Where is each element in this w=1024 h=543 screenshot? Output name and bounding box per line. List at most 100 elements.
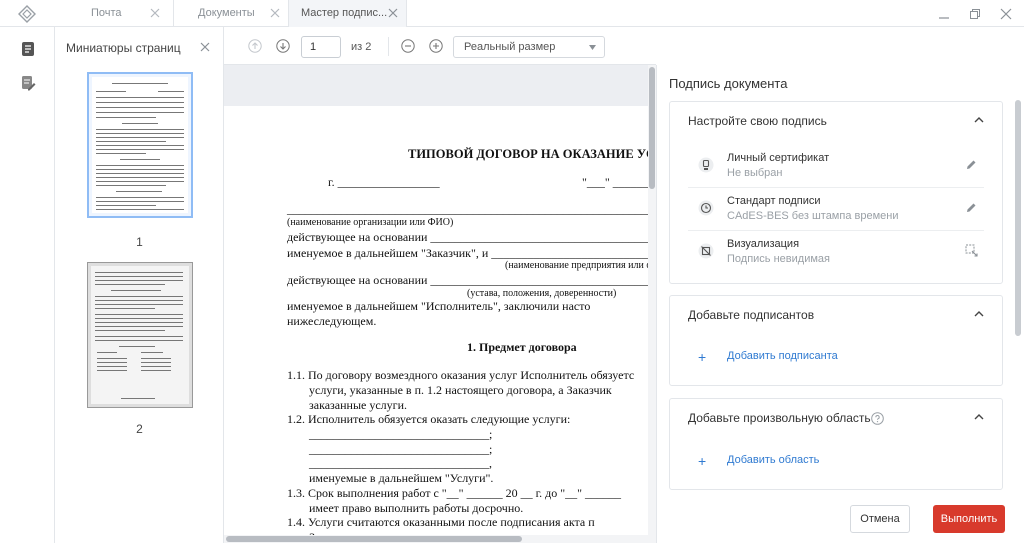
chevron-up-icon[interactable] [974,116,984,123]
chevron-down-icon [589,45,596,50]
thumbnail-text-line [96,209,184,210]
pages-panel-icon[interactable] [20,41,36,57]
thumbnail-text-line [96,117,156,118]
panel-scrollbar[interactable] [1015,100,1021,336]
document-view[interactable]: ТИПОВОЙ ДОГОВОР НА ОКАЗАНИЕ УС г. ______… [224,65,656,543]
option-value: CAdES-BES без штампа времени [727,210,899,222]
vertical-scrollbar[interactable] [648,65,656,543]
zoom-select[interactable]: Реальный размер [453,36,605,58]
thumbnail-text-line [95,296,183,297]
tab-signing-wizard-label: Мастер подпис... [301,7,388,19]
cancel-button[interactable]: Отмена [850,505,910,533]
document-line: имеет право выполнить работы досрочно. [309,501,524,515]
document-line: нижеследующем. [287,314,377,328]
edit-icon[interactable] [965,158,978,171]
scrollbar-thumb[interactable] [649,67,655,189]
thumbnail-text-line [96,201,184,202]
plus-icon: + [698,453,707,469]
close-icon[interactable] [270,8,280,18]
page-thumbnail-preview [91,266,189,404]
close-icon[interactable] [200,42,210,52]
thumbnail-text-line [96,129,184,130]
document-line: именуемое в дальнейшем "Заказчик", и ___… [287,246,656,260]
thumbnail-text-line [96,165,184,166]
thumbnail-text-line [95,304,183,305]
thumbnail-text-line [141,370,171,371]
plus-icon: + [698,349,707,365]
page-thumbnail-number: 1 [136,235,143,249]
submit-button[interactable]: Выполнить [933,505,1005,533]
signature-panel: Подпись документа Настройте свою подпись… [656,65,1024,543]
document-line: ______________________________; [309,427,493,441]
minimize-icon[interactable] [938,8,950,20]
signatures-panel-icon[interactable] [20,75,36,91]
left-rail [0,27,55,543]
thumbnail-text-line [97,366,127,367]
thumbnail-text-line [141,362,171,363]
close-window-icon[interactable] [1000,8,1012,20]
thumbnail-text-line [121,398,155,399]
document-line: действующее на основании _______________… [287,230,656,244]
thumbnail-text-line [96,97,184,98]
zoom-out-icon[interactable] [401,39,415,53]
card-title: Настройте свою подпись [688,114,827,128]
close-icon[interactable] [150,8,160,18]
horizontal-scrollbar[interactable] [224,535,648,543]
app-logo-icon[interactable] [18,5,36,23]
document-line: ______________________________; [309,442,493,456]
configure-signature-card: Настройте свою подпись Личный сертификат… [669,101,1003,284]
document-line: именуемое в дальнейшем "Исполнитель", за… [287,299,591,313]
zoom-in-icon[interactable] [429,39,443,53]
thumbnail-text-line [158,91,184,92]
thumbnail-text-line [95,318,183,319]
thumbnail-text-line [95,308,155,309]
visualization-edit-icon[interactable] [965,244,978,257]
thumbnail-text-line [96,185,166,186]
thumbnail-text-line [95,330,165,331]
thumbnail-text-line [95,322,183,323]
help-icon[interactable] [871,412,884,425]
tab-documents[interactable]: Документы [174,0,289,27]
certificate-icon [698,157,714,173]
thumbnail-text-line [141,366,171,367]
close-icon[interactable] [388,8,398,18]
thumbnail-text-line [96,177,184,178]
thumbnail-text-line [119,346,155,347]
thumbnail-text-line [95,272,183,273]
thumbnail-text-line [116,191,162,192]
thumbnail-text-line [95,314,183,315]
page-thumbnail-1[interactable] [87,72,193,218]
thumbnail-text-line [96,141,166,142]
page-thumbnail-2[interactable] [87,262,193,408]
option-value: Не выбран [727,167,783,179]
viewer-toolbar: из 2 Реальный размер [224,27,656,65]
document-line: 1.1. По договору возмездного оказания ус… [287,368,635,382]
document-line: заказанные услуги. [309,398,407,412]
thumbnail-text-line [96,169,184,170]
document-line: 1.4. Услуги считаются оказанными после п… [287,515,595,529]
thumbnail-text-line [97,358,127,359]
scrollbar-thumb[interactable] [226,536,522,542]
toolbar-divider [388,37,389,56]
chevron-up-icon[interactable] [974,310,984,317]
next-page-icon[interactable] [276,39,290,53]
thumbnail-text-line [96,181,184,182]
thumbnail-text-line [111,290,161,291]
document-line: 1.3. Срок выполнения работ с "__" ______… [287,486,622,500]
document-blank: ________________________________________… [287,202,653,216]
page-number-input[interactable] [301,36,341,58]
thumbnail-text-line [96,112,184,113]
document-caption: (наименование предприятия или ф [505,260,653,271]
chevron-up-icon[interactable] [974,413,984,420]
edit-icon[interactable] [965,201,978,214]
option-title: Личный сертификат [727,152,830,164]
previous-page-icon[interactable] [248,39,262,53]
tab-signing-wizard[interactable]: Мастер подпис... [289,0,407,27]
thumbnail-text-line [97,362,127,363]
restore-icon[interactable] [969,8,981,20]
document-line: услуги, указанные в п. 1.2 настоящего до… [309,383,612,397]
document-line: 1.2. Исполнитель обязуется оказать следу… [287,412,571,426]
thumbnail-text-line [112,83,168,84]
thumbnail-text-line [96,173,184,174]
tab-mail[interactable]: Почта [77,0,174,27]
